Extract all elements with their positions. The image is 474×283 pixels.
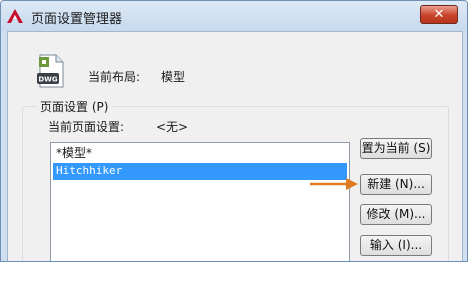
close-button[interactable]: ✕ xyxy=(420,5,458,24)
current-layout-label: 当前布局: xyxy=(88,70,141,84)
current-page-setup-label: 当前页面设置: xyxy=(48,120,125,134)
autocad-logo-icon xyxy=(7,9,23,23)
list-item-model[interactable]: *模型* xyxy=(53,145,347,162)
dwg-file-icon: DWG xyxy=(37,54,64,88)
current-page-setup-value: <无> xyxy=(156,120,189,134)
arrow-pointer-icon xyxy=(310,178,358,190)
page-setup-group-title: 页面设置 (P) xyxy=(37,98,112,115)
page-setup-list[interactable]: *模型* Hitchhiker xyxy=(50,142,350,261)
set-current-button[interactable]: 置为当前 (S) xyxy=(360,138,432,159)
dwg-icon-caption: DWG xyxy=(38,76,58,84)
dialog-body: DWG 当前布局: 模型 页面设置 (P) 当前页面设置: <无> *模型* H… xyxy=(7,31,463,261)
current-layout-value: 模型 xyxy=(161,70,186,84)
new-button[interactable]: 新建 (N)... xyxy=(360,174,432,195)
import-button[interactable]: 输入 (I)... xyxy=(360,235,432,256)
title-bar[interactable]: 页面设置管理器 ✕ xyxy=(1,1,467,31)
dialog-title: 页面设置管理器 xyxy=(31,12,123,27)
page-setup-manager-dialog: 页面设置管理器 ✕ DWG 当前布局: 模型 页面设置 (P) 当前页面设置: … xyxy=(0,0,468,262)
modify-button[interactable]: 修改 (M)... xyxy=(360,204,432,225)
list-item-hitchhiker[interactable]: Hitchhiker xyxy=(53,163,347,180)
